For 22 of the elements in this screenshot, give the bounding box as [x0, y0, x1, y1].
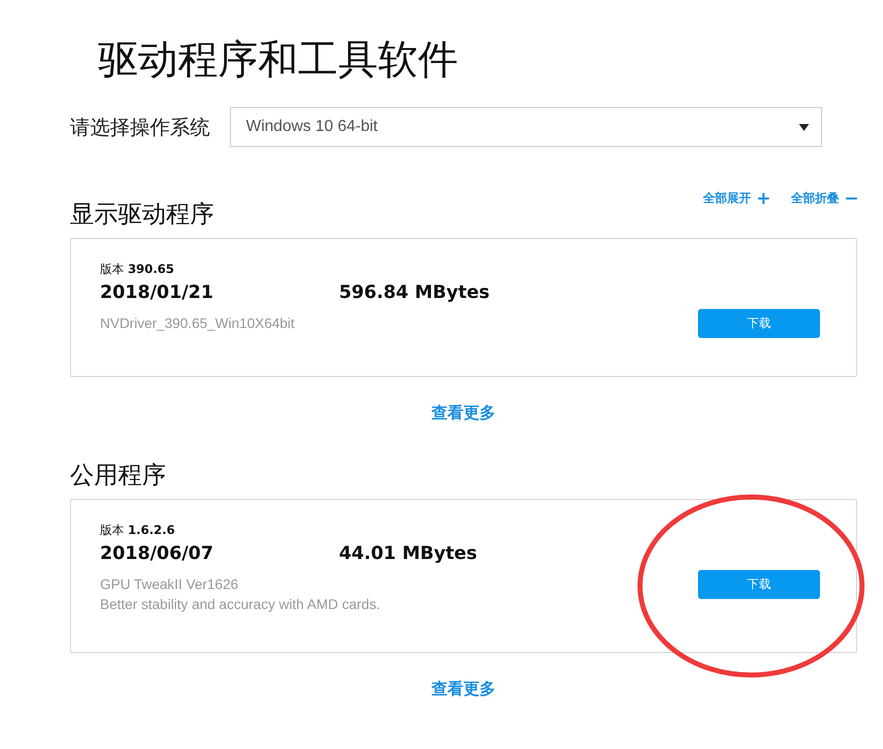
dropdown-arrow-icon — [799, 124, 809, 130]
page-title: 驱动程序和工具软件 — [98, 36, 459, 85]
section-heading: 公用程序 — [70, 460, 167, 490]
release-date: 2018/06/07 — [100, 542, 214, 566]
file-size: 596.84 MBytes — [339, 281, 490, 305]
os-label: 请选择操作系统 — [70, 114, 210, 140]
collapse-all-link[interactable]: 全部折叠 — [791, 187, 857, 209]
section-heading: 显示驱动程序 — [70, 199, 215, 229]
version-text: 版本 1.6.2.6 — [100, 522, 176, 538]
expand-all-link[interactable]: 全部展开 — [703, 187, 769, 209]
view-more-link[interactable]: 查看更多 — [432, 679, 496, 700]
file-name: NVDriver_390.65_Win10X64bit — [100, 314, 296, 333]
description-text: Better stability and accuracy with AMD cards. — [100, 595, 382, 614]
version-text: 版本 390.65 — [100, 261, 176, 277]
download-button[interactable]: 下载 — [698, 570, 820, 599]
plus-icon — [758, 192, 769, 204]
file-size: 44.01 MBytes — [339, 542, 478, 566]
release-date: 2018/01/21 — [100, 281, 214, 305]
download-button[interactable]: 下载 — [698, 309, 820, 338]
view-more-link[interactable]: 查看更多 — [432, 403, 496, 424]
os-dropdown[interactable]: Windows 10 64-bit — [230, 107, 822, 147]
file-name: GPU TweakII Ver1626 — [100, 575, 240, 594]
